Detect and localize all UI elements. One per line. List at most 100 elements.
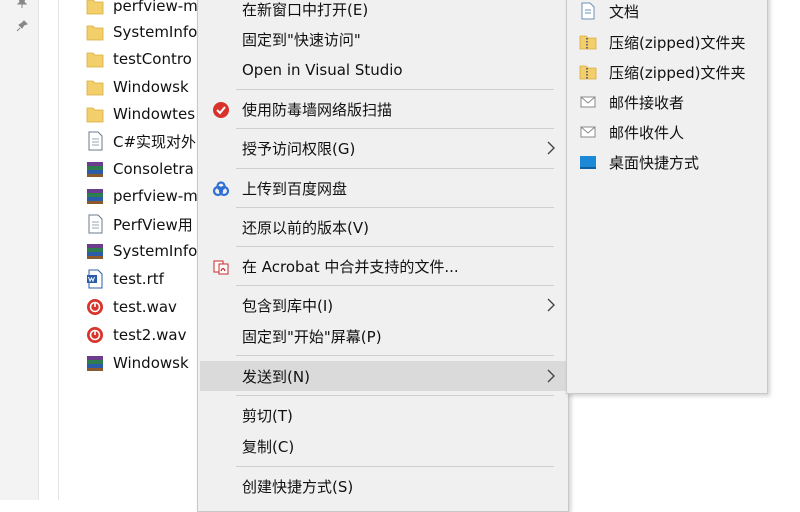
menu-item-pin-quick-access[interactable]: 固定到"快速访问" — [200, 24, 566, 54]
menu-separator — [236, 128, 554, 129]
menu-item-grant-access[interactable]: 授予访问权限(G) — [200, 133, 566, 163]
file-item[interactable]: test.rtf — [86, 266, 206, 292]
archive-icon — [87, 356, 103, 371]
chevron-right-icon — [547, 141, 555, 155]
context-menu: 在新窗口中打开(E) 固定到"快速访问" Open in Visual Stud… — [197, 0, 569, 512]
menu-item-label: 在 Acrobat 中合并支持的文件... — [242, 257, 459, 276]
file-name: test.rtf — [113, 270, 164, 288]
file-item[interactable]: test.wav — [86, 294, 206, 320]
menu-separator — [236, 246, 554, 247]
menu-item-copy[interactable]: 复制(C) — [200, 431, 566, 461]
pin-icon[interactable] — [16, 20, 28, 32]
submenu-item-label: 压缩(zipped)文件夹 — [609, 64, 746, 82]
menu-separator — [236, 285, 554, 286]
audio-file-icon — [87, 299, 103, 315]
submenu-item-documents[interactable]: 文档 — [569, 0, 765, 26]
menu-item-open-new-window[interactable]: 在新窗口中打开(E) — [200, 0, 566, 24]
mail-icon — [580, 96, 596, 108]
menu-item-label: 发送到(N) — [242, 367, 310, 386]
menu-item-include-library[interactable]: 包含到库中(I) — [200, 290, 566, 320]
menu-item-upload-baidu[interactable]: 上传到百度网盘 — [200, 173, 566, 203]
submenu-item-compressed-folder[interactable]: 压缩(zipped)文件夹 — [569, 27, 765, 57]
menu-item-restore-versions[interactable]: 还原以前的版本(V) — [200, 212, 566, 242]
menu-item-pin-start[interactable]: 固定到"开始"屏幕(P) — [200, 321, 566, 351]
file-name: Consoletra — [113, 160, 194, 178]
file-item[interactable]: Windowtes — [86, 101, 206, 127]
menu-separator — [236, 466, 554, 467]
file-name: test2.wav — [113, 326, 187, 344]
file-name: C#实现对外 — [113, 132, 197, 151]
menu-item-acrobat-combine[interactable]: 在 Acrobat 中合并支持的文件... — [200, 251, 566, 281]
mail-icon — [580, 126, 596, 138]
file-item[interactable]: C#实现对外 — [86, 128, 206, 154]
file-name: perfview-m — [113, 187, 198, 205]
submenu-item-label: 文档 — [609, 3, 640, 21]
submenu-item-compressed-folder[interactable]: 压缩(zipped)文件夹 — [569, 57, 765, 87]
zip-folder-icon — [579, 65, 597, 80]
menu-separator — [236, 395, 554, 396]
pin-icon[interactable] — [16, 0, 28, 9]
file-name: SystemInfo — [113, 23, 198, 41]
menu-separator — [236, 168, 554, 169]
file-item[interactable]: Consoletra — [86, 156, 206, 182]
word-doc-icon — [87, 269, 103, 289]
folder-icon — [86, 107, 104, 123]
text-file-icon — [88, 131, 103, 151]
submenu-item-mail-recipient[interactable]: 邮件收件人 — [569, 117, 765, 147]
file-name: PerfView用 — [113, 215, 193, 234]
archive-icon — [87, 162, 103, 177]
navigation-pane — [0, 0, 38, 500]
menu-separator — [236, 355, 554, 356]
file-name: perfview-m — [113, 0, 198, 15]
file-item[interactable]: perfview-m — [86, 183, 206, 209]
send-to-submenu: 文档 压缩(zipped)文件夹 压缩(zipped)文件夹 邮件接收者 邮件收… — [566, 0, 768, 394]
folder-icon — [86, 0, 104, 15]
text-file-icon — [88, 214, 103, 234]
archive-icon — [87, 244, 103, 259]
folder-icon — [86, 80, 104, 96]
file-item[interactable]: SystemInfo — [86, 19, 206, 45]
file-name: Windowsk — [113, 78, 189, 96]
chevron-right-icon — [547, 298, 555, 312]
folder-icon — [86, 25, 104, 41]
file-item[interactable]: testContro — [86, 46, 206, 72]
file-item[interactable]: PerfView用 — [86, 211, 206, 237]
menu-item-label: 复制(C) — [242, 437, 295, 456]
file-name: Windowsk — [113, 354, 189, 372]
file-item[interactable]: Windowsk — [86, 74, 206, 100]
file-name: SystemInfo — [113, 242, 198, 260]
submenu-item-label: 邮件接收者 — [609, 94, 685, 112]
menu-item-firewall-scan[interactable]: 使用防毒墙网络版扫描 — [200, 94, 566, 124]
menu-item-cut[interactable]: 剪切(T) — [200, 400, 566, 430]
submenu-item-mail-recipient[interactable]: 邮件接收者 — [569, 87, 765, 117]
menu-item-label: 使用防毒墙网络版扫描 — [242, 100, 393, 119]
menu-item-label: 上传到百度网盘 — [242, 179, 348, 198]
zip-folder-icon — [579, 35, 597, 50]
file-name: Windowtes — [113, 105, 196, 123]
column-divider — [58, 0, 59, 500]
submenu-item-label: 桌面快捷方式 — [609, 154, 700, 172]
file-name: testContro — [113, 50, 192, 68]
menu-separator — [236, 89, 554, 90]
menu-separator — [236, 207, 554, 208]
folder-icon — [86, 52, 104, 68]
documents-icon — [581, 2, 595, 20]
file-item[interactable]: SystemInfo — [86, 238, 206, 264]
file-item[interactable]: perfview-m — [86, 0, 206, 19]
menu-item-create-shortcut[interactable]: 创建快捷方式(S) — [200, 471, 566, 501]
menu-item-label: 固定到"快速访问" — [242, 30, 361, 49]
file-name: test.wav — [113, 298, 177, 316]
file-item[interactable]: Windowsk — [86, 350, 206, 376]
file-item[interactable]: test2.wav — [86, 322, 206, 348]
submenu-item-label: 压缩(zipped)文件夹 — [609, 34, 746, 52]
pane-divider — [38, 0, 39, 500]
menu-item-open-visual-studio[interactable]: Open in Visual Studio — [200, 55, 566, 85]
submenu-item-desktop-shortcut[interactable]: 桌面快捷方式 — [569, 147, 765, 177]
submenu-item-label: 邮件收件人 — [609, 124, 685, 142]
baidu-netdisk-icon — [212, 181, 230, 197]
menu-item-label: Open in Visual Studio — [242, 61, 403, 79]
menu-item-label: 剪切(T) — [242, 406, 293, 425]
menu-item-label: 创建快捷方式(S) — [242, 477, 354, 496]
antivirus-icon — [213, 102, 229, 118]
menu-item-send-to[interactable]: 发送到(N) — [200, 361, 566, 391]
